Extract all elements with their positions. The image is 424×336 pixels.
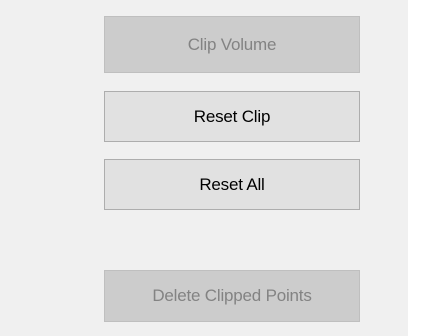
- reset-all-button[interactable]: Reset All: [104, 159, 360, 210]
- clip-controls-panel: Clip Volume Reset Clip Reset All Delete …: [0, 0, 408, 336]
- delete-clipped-points-button[interactable]: Delete Clipped Points: [104, 270, 360, 322]
- clip-volume-button[interactable]: Clip Volume: [104, 16, 360, 73]
- reset-clip-button[interactable]: Reset Clip: [104, 91, 360, 142]
